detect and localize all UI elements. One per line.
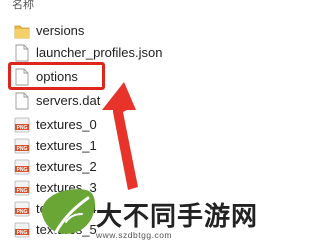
file-row-textures-1[interactable]: PNG textures_1 bbox=[0, 135, 289, 157]
png-image-icon: PNG bbox=[14, 222, 30, 238]
svg-text:PNG: PNG bbox=[17, 230, 28, 236]
file-row-textures-2[interactable]: PNG textures_2 bbox=[0, 156, 289, 178]
png-image-icon: PNG bbox=[14, 117, 30, 133]
file-name: versions bbox=[36, 23, 85, 38]
file-name: textures_1 bbox=[36, 138, 97, 153]
watermark-brand-text: 大不同手游网 bbox=[96, 202, 259, 232]
file-name: servers.dat bbox=[36, 93, 101, 108]
file-name: textures_2 bbox=[36, 159, 97, 174]
png-image-icon: PNG bbox=[14, 201, 30, 217]
document-icon bbox=[15, 92, 29, 110]
file-row-textures-0[interactable]: PNG textures_0 bbox=[0, 114, 289, 136]
svg-text:PNG: PNG bbox=[17, 146, 28, 152]
png-image-icon: PNG bbox=[14, 159, 30, 175]
png-image-icon: PNG bbox=[14, 138, 30, 154]
document-icon bbox=[15, 44, 29, 62]
svg-text:PNG: PNG bbox=[17, 209, 28, 215]
file-row-launcher-profiles[interactable]: launcher_profiles.json bbox=[0, 42, 289, 64]
file-row-versions[interactable]: versions bbox=[0, 20, 289, 42]
folder-icon bbox=[14, 25, 30, 39]
watermark-url: www.szdbtgg.com bbox=[96, 230, 172, 240]
name-column-header[interactable]: 名称 bbox=[12, 0, 34, 12]
file-name: launcher_profiles.json bbox=[36, 45, 163, 60]
file-name: textures_0 bbox=[36, 117, 97, 132]
file-row-servers-dat[interactable]: servers.dat bbox=[0, 90, 289, 112]
svg-text:PNG: PNG bbox=[17, 125, 28, 131]
svg-text:PNG: PNG bbox=[17, 188, 28, 194]
options-highlight-box bbox=[8, 62, 105, 90]
watermark-leaf-logo bbox=[41, 189, 95, 234]
png-image-icon: PNG bbox=[14, 180, 30, 196]
column-header-row: 名称 bbox=[0, 0, 289, 14]
svg-text:PNG: PNG bbox=[17, 167, 28, 173]
